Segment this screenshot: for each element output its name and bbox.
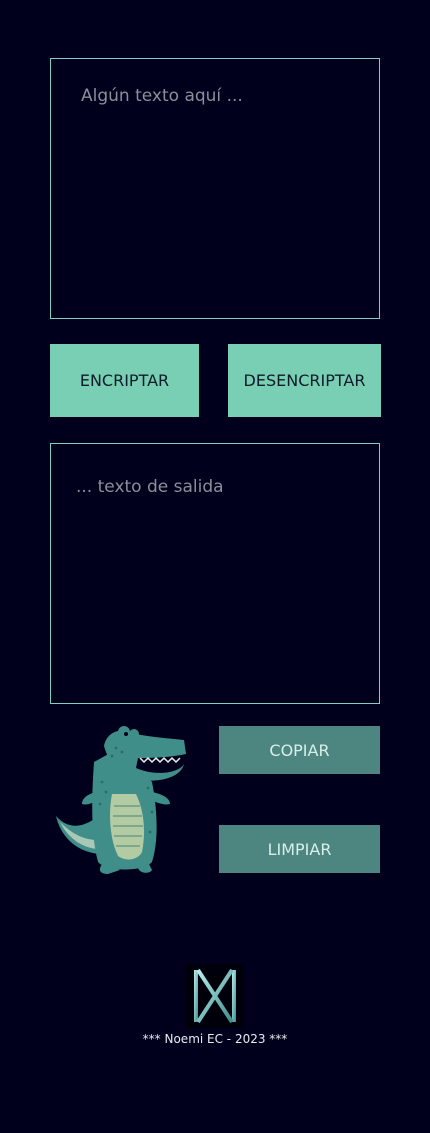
decrypt-button[interactable]: DESENCRIPTAR xyxy=(228,344,381,417)
clear-button[interactable]: LIMPIAR xyxy=(219,825,380,873)
copy-button[interactable]: COPIAR xyxy=(219,726,380,774)
encrypt-button[interactable]: ENCRIPTAR xyxy=(50,344,199,417)
crocodile-illustration-icon xyxy=(56,726,186,874)
output-textarea[interactable] xyxy=(50,443,380,704)
nx-logo-icon xyxy=(186,964,244,1028)
footer-credit: *** Noemi EC - 2023 *** xyxy=(142,1032,288,1046)
input-textarea[interactable] xyxy=(50,58,380,319)
